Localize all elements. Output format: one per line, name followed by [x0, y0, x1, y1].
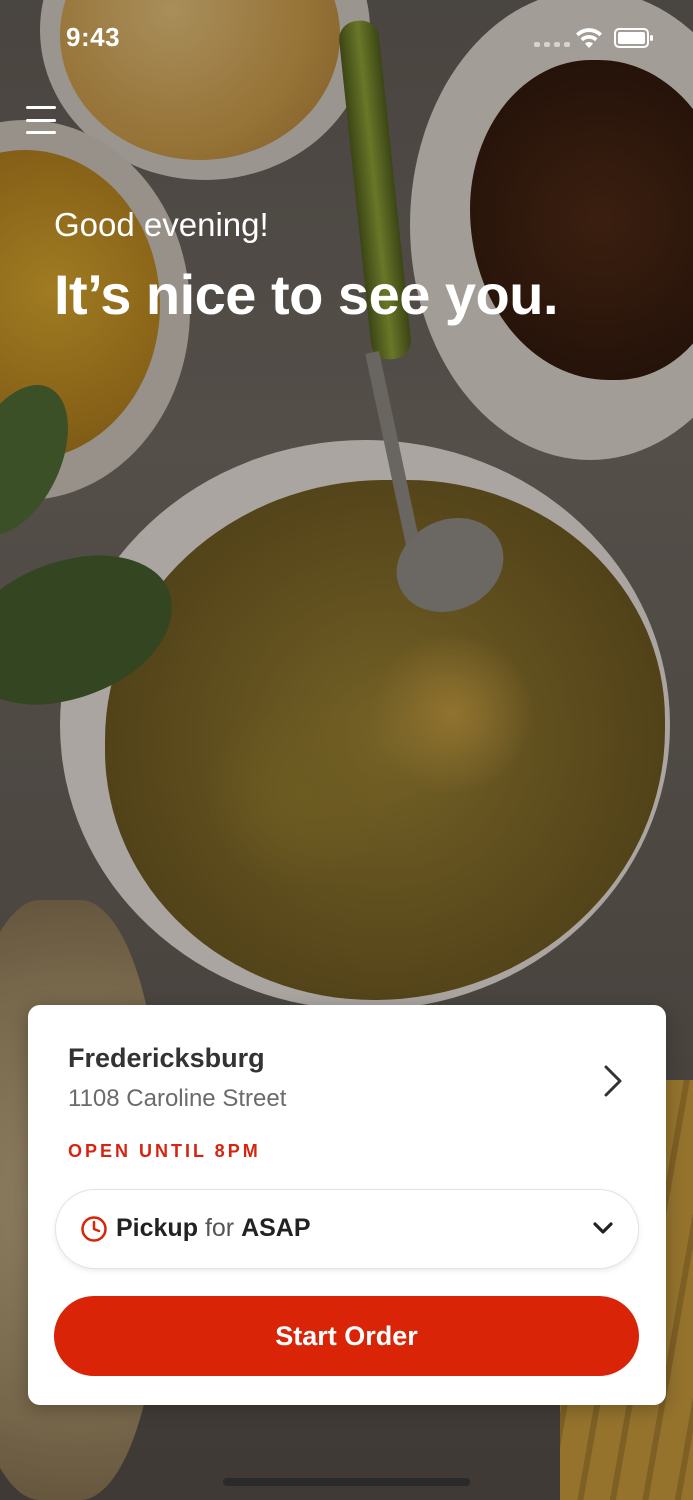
home-indicator[interactable] — [223, 1478, 470, 1486]
order-method: Pickup — [116, 1214, 198, 1242]
chevron-right-icon — [604, 1065, 622, 1097]
pickup-summary: Pickup for ASAP — [116, 1214, 311, 1243]
order-connector: for — [204, 1214, 235, 1242]
clock-icon — [81, 1216, 107, 1242]
location-selector[interactable]: Fredericksburg 1108 Caroline Street — [68, 1043, 636, 1123]
welcome-headline: It’s nice to see you. — [54, 263, 559, 326]
pickup-time-dropdown[interactable]: Pickup for ASAP — [55, 1189, 639, 1269]
status-bar: 9:43 — [0, 0, 693, 80]
greeting-text: Good evening! — [54, 206, 269, 243]
open-hours-label: OPEN UNTIL 8PM — [68, 1141, 261, 1161]
order-card: Fredericksburg 1108 Caroline Street OPEN… — [28, 1005, 666, 1405]
chevron-down-icon — [593, 1222, 613, 1234]
status-time: 9:43 — [66, 22, 121, 52]
order-time: ASAP — [241, 1214, 311, 1242]
location-address: 1108 Caroline Street — [68, 1085, 287, 1112]
signal-dots-icon — [534, 42, 570, 47]
hamburger-menu-icon[interactable] — [26, 106, 56, 134]
location-name: Fredericksburg — [68, 1043, 265, 1073]
battery-icon — [614, 28, 653, 48]
wifi-icon — [576, 28, 602, 48]
start-order-button[interactable]: Start Order — [54, 1296, 639, 1376]
